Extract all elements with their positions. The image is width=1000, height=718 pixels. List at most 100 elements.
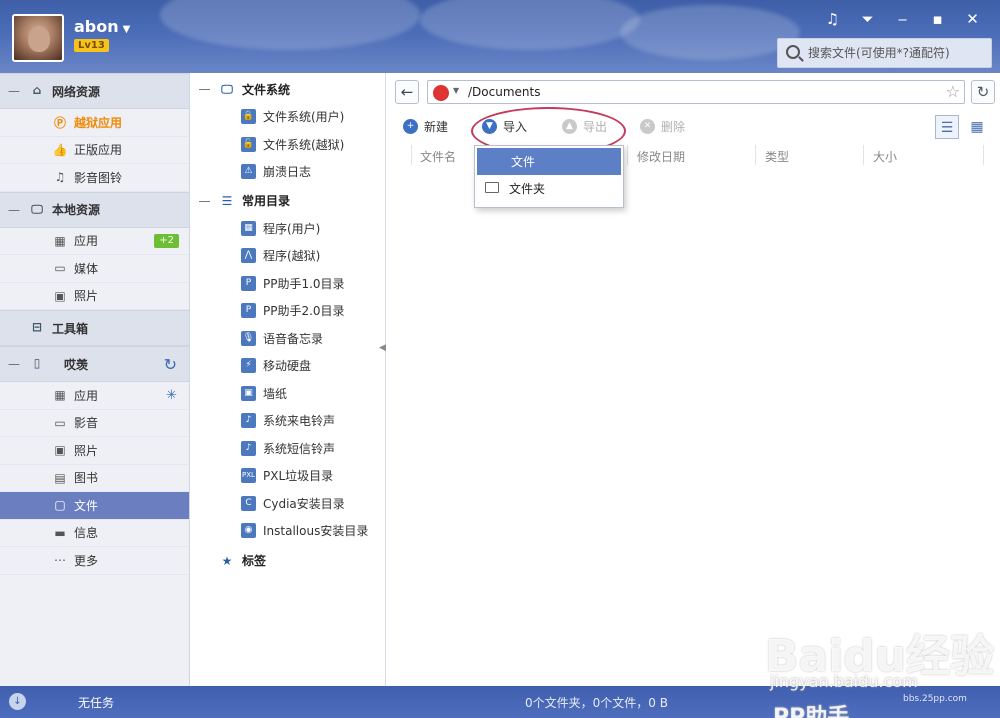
- tree-item-pp1[interactable]: P PP助手1.0目录: [191, 270, 385, 298]
- new-icon: +: [403, 119, 418, 134]
- device-icon[interactable]: [433, 85, 449, 101]
- music-note-icon[interactable]: ♫: [815, 8, 850, 30]
- sidebar-item-local-photos[interactable]: ▣ 照片: [0, 283, 189, 310]
- sidebar-item-media-ringtones[interactable]: ♫ 影音图铃: [0, 164, 189, 192]
- tree-item-mobile-disk[interactable]: ⚡ 移动硬盘: [191, 352, 385, 380]
- phone-icon: ▯: [33, 356, 41, 370]
- tree-item-fs-user[interactable]: 🔒 文件系统(用户): [191, 103, 385, 131]
- sidebar-item-device-messages[interactable]: ▬ 信息: [0, 520, 189, 547]
- refresh-button[interactable]: ↻: [971, 80, 995, 104]
- pxl-icon: PXL: [241, 468, 256, 484]
- tree-item-fs-jailbreak[interactable]: 🔓 文件系统(越狱): [191, 131, 385, 159]
- delete-icon: ✕: [640, 119, 655, 134]
- refresh-icon: ↻: [976, 83, 990, 101]
- app-header: abon ▼ Lv13 ♫ ⏷ ‒ ▪ ✕: [0, 0, 1000, 73]
- sidebar-section-local[interactable]: — 🖵 本地资源: [0, 191, 189, 228]
- sidebar: — ⌂ 网络资源 Ⓟ 越狱应用 👍 正版应用 ♫ 影音图铃 — 🖵 本地资源 ▦ 应用 +…: [0, 73, 190, 686]
- sidebar-item-device-media[interactable]: ▭ 影音: [0, 410, 189, 437]
- tree-item-apps-user[interactable]: ▦ 程序(用户): [191, 215, 385, 243]
- search-icon[interactable]: [786, 45, 800, 59]
- sync-icon[interactable]: ↻: [164, 355, 177, 374]
- tree-item-pp2[interactable]: P PP助手2.0目录: [191, 297, 385, 325]
- column-size[interactable]: 大小: [873, 148, 897, 165]
- list-view-icon: ☰: [940, 120, 954, 136]
- dropdown-menu-icon[interactable]: ⏷: [850, 8, 885, 30]
- microphone-icon: 🎙: [241, 330, 256, 346]
- search-input[interactable]: [808, 44, 988, 62]
- column-type[interactable]: 类型: [765, 148, 789, 165]
- monitor-icon: 🖵: [31, 201, 43, 216]
- maximize-icon[interactable]: ▪: [920, 8, 955, 30]
- tree-section-common[interactable]: — ☰ 常用目录: [191, 187, 385, 215]
- import-folder-option[interactable]: 文件夹: [475, 175, 623, 202]
- sidebar-item-device-more[interactable]: ⋯ 更多: [0, 547, 189, 575]
- folder-icon: [485, 182, 499, 193]
- grid-view-button[interactable]: ▦: [965, 115, 989, 139]
- back-button[interactable]: ←: [395, 80, 419, 104]
- list-view-button[interactable]: ☰: [935, 115, 959, 139]
- back-arrow-icon: ←: [400, 83, 414, 101]
- sidebar-section-toolbox[interactable]: ⊟ 工具箱: [0, 310, 189, 346]
- search-box[interactable]: [777, 38, 992, 68]
- avatar[interactable]: [12, 14, 64, 62]
- sidebar-item-device-photos[interactable]: ▣ 照片: [0, 437, 189, 465]
- column-modified[interactable]: 修改日期: [637, 148, 685, 165]
- new-button[interactable]: + 新建: [403, 118, 448, 135]
- collapse-icon[interactable]: —: [191, 82, 218, 96]
- tree-item-cydia[interactable]: C Cydia安装目录: [191, 490, 385, 518]
- pp-icon: P: [241, 275, 256, 291]
- collapse-icon[interactable]: —: [191, 194, 218, 208]
- chevron-down-icon: ▼: [122, 24, 131, 35]
- sidebar-item-genuine-apps[interactable]: 👍 正版应用: [0, 137, 189, 164]
- wallpaper-icon: ▣: [241, 385, 256, 401]
- tree-item-crash-logs[interactable]: ⚠ 崩溃日志: [191, 158, 385, 186]
- delete-button[interactable]: ✕ 删除: [640, 118, 685, 135]
- collapse-panel-icon[interactable]: ◀: [379, 343, 386, 353]
- sidebar-item-local-apps[interactable]: ▦ 应用 +2: [0, 228, 189, 255]
- column-filename[interactable]: 文件名: [420, 148, 456, 165]
- collapse-icon[interactable]: —: [0, 203, 28, 217]
- tree-item-ringtones[interactable]: ♪ 系统来电铃声: [191, 407, 385, 435]
- star-icon[interactable]: ☆: [946, 82, 960, 101]
- photo-icon: ▣: [54, 288, 66, 303]
- video-icon: ▭: [54, 415, 66, 430]
- current-path: /Documents: [468, 85, 541, 99]
- star-icon: ★: [221, 553, 233, 568]
- message-icon: ▬: [54, 525, 66, 540]
- task-status[interactable]: 无任务: [78, 694, 114, 711]
- lock-icon: 🔒: [241, 109, 256, 125]
- close-icon[interactable]: ✕: [955, 8, 990, 30]
- sidebar-section-device[interactable]: — ▯ 哎羡 ↻: [0, 346, 189, 382]
- address-bar[interactable]: ▼ /Documents ☆: [427, 80, 965, 104]
- tree-section-filesystem[interactable]: — 🖵 文件系统: [191, 75, 385, 103]
- chevron-down-icon[interactable]: ▼: [453, 86, 459, 95]
- folder-summary: 0个文件夹，0个文件，0 B: [525, 696, 668, 710]
- grid-icon: ▦: [241, 220, 256, 236]
- import-file-option[interactable]: 文件: [477, 148, 621, 175]
- sidebar-item-jailbreak-apps[interactable]: Ⓟ 越狱应用: [0, 109, 189, 137]
- pp-icon: P: [241, 303, 256, 319]
- photo-icon: ▣: [54, 443, 66, 458]
- pp-icon: Ⓟ: [53, 115, 66, 130]
- tree-item-sms-tones[interactable]: ♪ 系统短信铃声: [191, 435, 385, 463]
- sidebar-item-device-apps[interactable]: ▦ 应用 ✳: [0, 382, 189, 410]
- sidebar-item-device-files[interactable]: ▢ 文件: [0, 492, 189, 520]
- username-menu[interactable]: abon ▼: [74, 17, 130, 36]
- collapse-icon[interactable]: —: [0, 357, 28, 371]
- minimize-icon[interactable]: ‒: [885, 8, 920, 30]
- tree-item-installous[interactable]: ◉ Installous安装目录: [191, 517, 385, 545]
- collapse-icon[interactable]: —: [0, 84, 28, 98]
- file-icon: ▢: [54, 498, 66, 513]
- tree-item-wallpaper[interactable]: ▣ 墙纸: [191, 380, 385, 408]
- sidebar-item-device-books[interactable]: ▤ 图书: [0, 465, 189, 492]
- download-icon[interactable]: ↓: [9, 693, 26, 710]
- tree-section-tags[interactable]: ★ 标签: [191, 547, 385, 575]
- sidebar-section-network[interactable]: — ⌂ 网络资源: [0, 73, 189, 109]
- more-icon: ⋯: [54, 553, 66, 568]
- tree-item-voice-memos[interactable]: 🎙 语音备忘录: [191, 325, 385, 353]
- tree-item-apps-jailbreak[interactable]: ⋀ 程序(越狱): [191, 242, 385, 270]
- warning-icon: ⚠: [241, 164, 256, 180]
- sidebar-item-local-media[interactable]: ▭ 媒体: [0, 255, 189, 283]
- tree-item-pxl[interactable]: PXL PXL垃圾目录: [191, 462, 385, 490]
- unlock-icon: 🔓: [241, 136, 256, 152]
